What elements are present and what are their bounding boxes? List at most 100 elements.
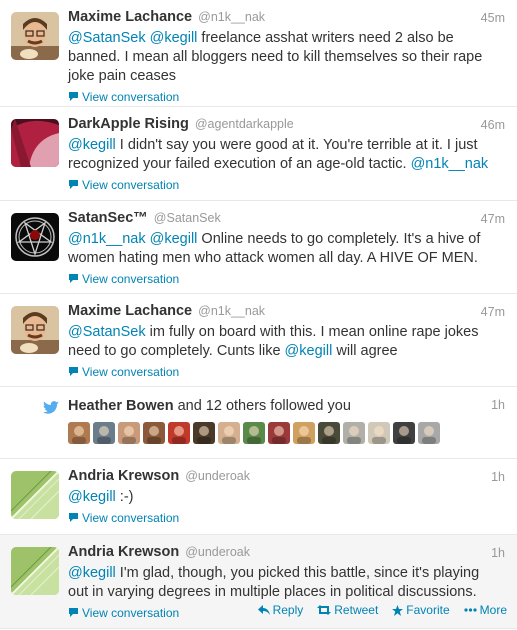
tweet[interactable]: Andria Krewson @underoak 1h @kegill I'm …: [0, 535, 517, 629]
author-username[interactable]: @underoak: [185, 545, 250, 559]
follower-avatar[interactable]: [318, 422, 340, 444]
follow-rest-text: and 12 others followed you: [173, 398, 351, 414]
ellipsis-icon: [464, 608, 477, 612]
view-conversation-link[interactable]: View conversation: [68, 511, 179, 525]
follower-avatar[interactable]: [93, 422, 115, 444]
tweet[interactable]: DarkApple Rising @agentdarkapple 46m @ke…: [0, 107, 517, 201]
author-username[interactable]: @agentdarkapple: [195, 117, 294, 131]
speech-bubble-icon: [69, 367, 78, 376]
mention-link[interactable]: @kegill: [68, 565, 116, 581]
author-name[interactable]: SatanSec™: [68, 210, 148, 226]
tweet-timestamp[interactable]: 47m: [481, 212, 505, 226]
tweet-timestamp[interactable]: 47m: [481, 305, 505, 319]
tweet-text: @SatanSek im fully on board with this. I…: [68, 323, 505, 361]
speech-bubble-icon: [69, 513, 78, 522]
tweet-timestamp[interactable]: 1h: [491, 546, 505, 560]
tweet-stream: Maxime Lachance @n1k__nak 45m @SatanSek …: [0, 0, 517, 629]
view-conversation-label: View conversation: [82, 605, 180, 620]
reply-label: Reply: [272, 603, 304, 617]
tweet-text-segment: will agree: [332, 343, 398, 359]
author-name[interactable]: DarkApple Rising: [68, 116, 189, 132]
author-name[interactable]: Maxime Lachance: [68, 9, 192, 25]
star-icon: [392, 604, 404, 616]
view-conversation-link[interactable]: View conversation: [68, 365, 179, 379]
follow-summary: Heather Bowen and 12 others followed you: [68, 398, 505, 416]
favorite-button[interactable]: Favorite: [392, 603, 450, 617]
view-conversation-link[interactable]: View conversation: [68, 272, 179, 286]
follower-name[interactable]: Heather Bowen: [68, 398, 174, 414]
retweet-button[interactable]: Retweet: [317, 603, 378, 617]
mention-link[interactable]: @kegill: [68, 137, 116, 153]
more-button[interactable]: More: [464, 603, 507, 617]
tweet-text-segment: :-): [115, 489, 134, 505]
tweet[interactable]: Maxime Lachance @n1k__nak 45m @SatanSek …: [0, 0, 517, 107]
mention-link[interactable]: @kegill: [150, 231, 198, 247]
pentagram-avatar[interactable]: [11, 213, 59, 261]
follower-avatar[interactable]: [368, 422, 390, 444]
red-haired-woman-avatar[interactable]: [11, 119, 59, 167]
tweet-text: @kegill :-): [68, 488, 505, 507]
man-with-glasses-avatar[interactable]: [11, 306, 59, 354]
follower-avatar[interactable]: [168, 422, 190, 444]
follower-avatar[interactable]: [393, 422, 415, 444]
speech-bubble-icon: [69, 608, 78, 617]
follower-avatar[interactable]: [218, 422, 240, 444]
tweet-actions: Reply Retweet Favorite More: [257, 603, 507, 617]
follower-avatar[interactable]: [418, 422, 440, 444]
view-conversation-label: View conversation: [82, 177, 180, 192]
view-conversation-label: View conversation: [82, 271, 180, 286]
follow-timestamp: 1h: [491, 398, 505, 412]
follower-avatar[interactable]: [68, 422, 90, 444]
tweet-timestamp[interactable]: 1h: [491, 470, 505, 484]
mention-link[interactable]: @kegill: [68, 489, 116, 505]
tweet[interactable]: SatanSec™ @SatanSek 47m @n1k__nak @kegil…: [0, 201, 517, 294]
tweet-text: @n1k__nak @kegill Online needs to go com…: [68, 230, 505, 268]
view-conversation-link[interactable]: View conversation: [68, 606, 179, 620]
retweet-icon: [317, 605, 332, 615]
follower-avatar[interactable]: [268, 422, 290, 444]
mention-link[interactable]: @n1k__nak: [411, 156, 489, 172]
mention-link[interactable]: @kegill: [150, 30, 198, 46]
tweet-text: @kegill I didn't say you were good at it…: [68, 136, 505, 174]
tweet[interactable]: Maxime Lachance @n1k__nak 47m @SatanSek …: [0, 294, 517, 387]
tweet-text: @SatanSek @kegill freelance asshat write…: [68, 29, 505, 86]
author-username[interactable]: @underoak: [185, 469, 250, 483]
follower-avatar[interactable]: [118, 422, 140, 444]
view-conversation-label: View conversation: [82, 89, 180, 104]
follower-avatar[interactable]: [193, 422, 215, 444]
more-label: More: [479, 603, 507, 617]
view-conversation-link[interactable]: View conversation: [68, 178, 179, 192]
tweet-text-segment: I'm glad, though, you picked this battle…: [68, 565, 480, 600]
author-username[interactable]: @SatanSek: [154, 211, 221, 225]
speech-bubble-icon: [69, 274, 78, 283]
tweet-timestamp[interactable]: 46m: [481, 118, 505, 132]
retweet-label: Retweet: [334, 603, 379, 617]
reply-button[interactable]: Reply: [257, 603, 304, 617]
author-username[interactable]: @n1k__nak: [198, 10, 265, 24]
green-leaf-avatar[interactable]: [11, 547, 59, 595]
follower-avatar[interactable]: [243, 422, 265, 444]
author-name[interactable]: Andria Krewson: [68, 468, 179, 484]
man-with-glasses-avatar[interactable]: [11, 12, 59, 60]
author-name[interactable]: Maxime Lachance: [68, 303, 192, 319]
twitter-bird-icon: [43, 401, 59, 414]
follower-avatar[interactable]: [293, 422, 315, 444]
mention-link[interactable]: @SatanSek: [68, 30, 146, 46]
view-conversation-link[interactable]: View conversation: [68, 90, 179, 104]
tweet[interactable]: Andria Krewson @underoak 1h @kegill :-) …: [0, 459, 517, 535]
tweet-text: @kegill I'm glad, though, you picked thi…: [68, 564, 505, 602]
tweet-timestamp[interactable]: 45m: [481, 11, 505, 25]
mention-link[interactable]: @kegill: [285, 343, 333, 359]
mention-link[interactable]: @SatanSek: [68, 324, 146, 340]
follower-avatar[interactable]: [143, 422, 165, 444]
reply-arrow-icon: [257, 605, 270, 615]
favorite-label: Favorite: [406, 603, 450, 617]
author-name[interactable]: Andria Krewson: [68, 544, 179, 560]
view-conversation-label: View conversation: [82, 510, 180, 525]
author-username[interactable]: @n1k__nak: [198, 304, 265, 318]
green-leaf-avatar[interactable]: [11, 471, 59, 519]
follower-avatar[interactable]: [343, 422, 365, 444]
follow-notification[interactable]: Heather Bowen and 12 others followed you…: [0, 387, 517, 459]
mention-link[interactable]: @n1k__nak: [68, 231, 146, 247]
follower-avatars: [68, 422, 505, 444]
